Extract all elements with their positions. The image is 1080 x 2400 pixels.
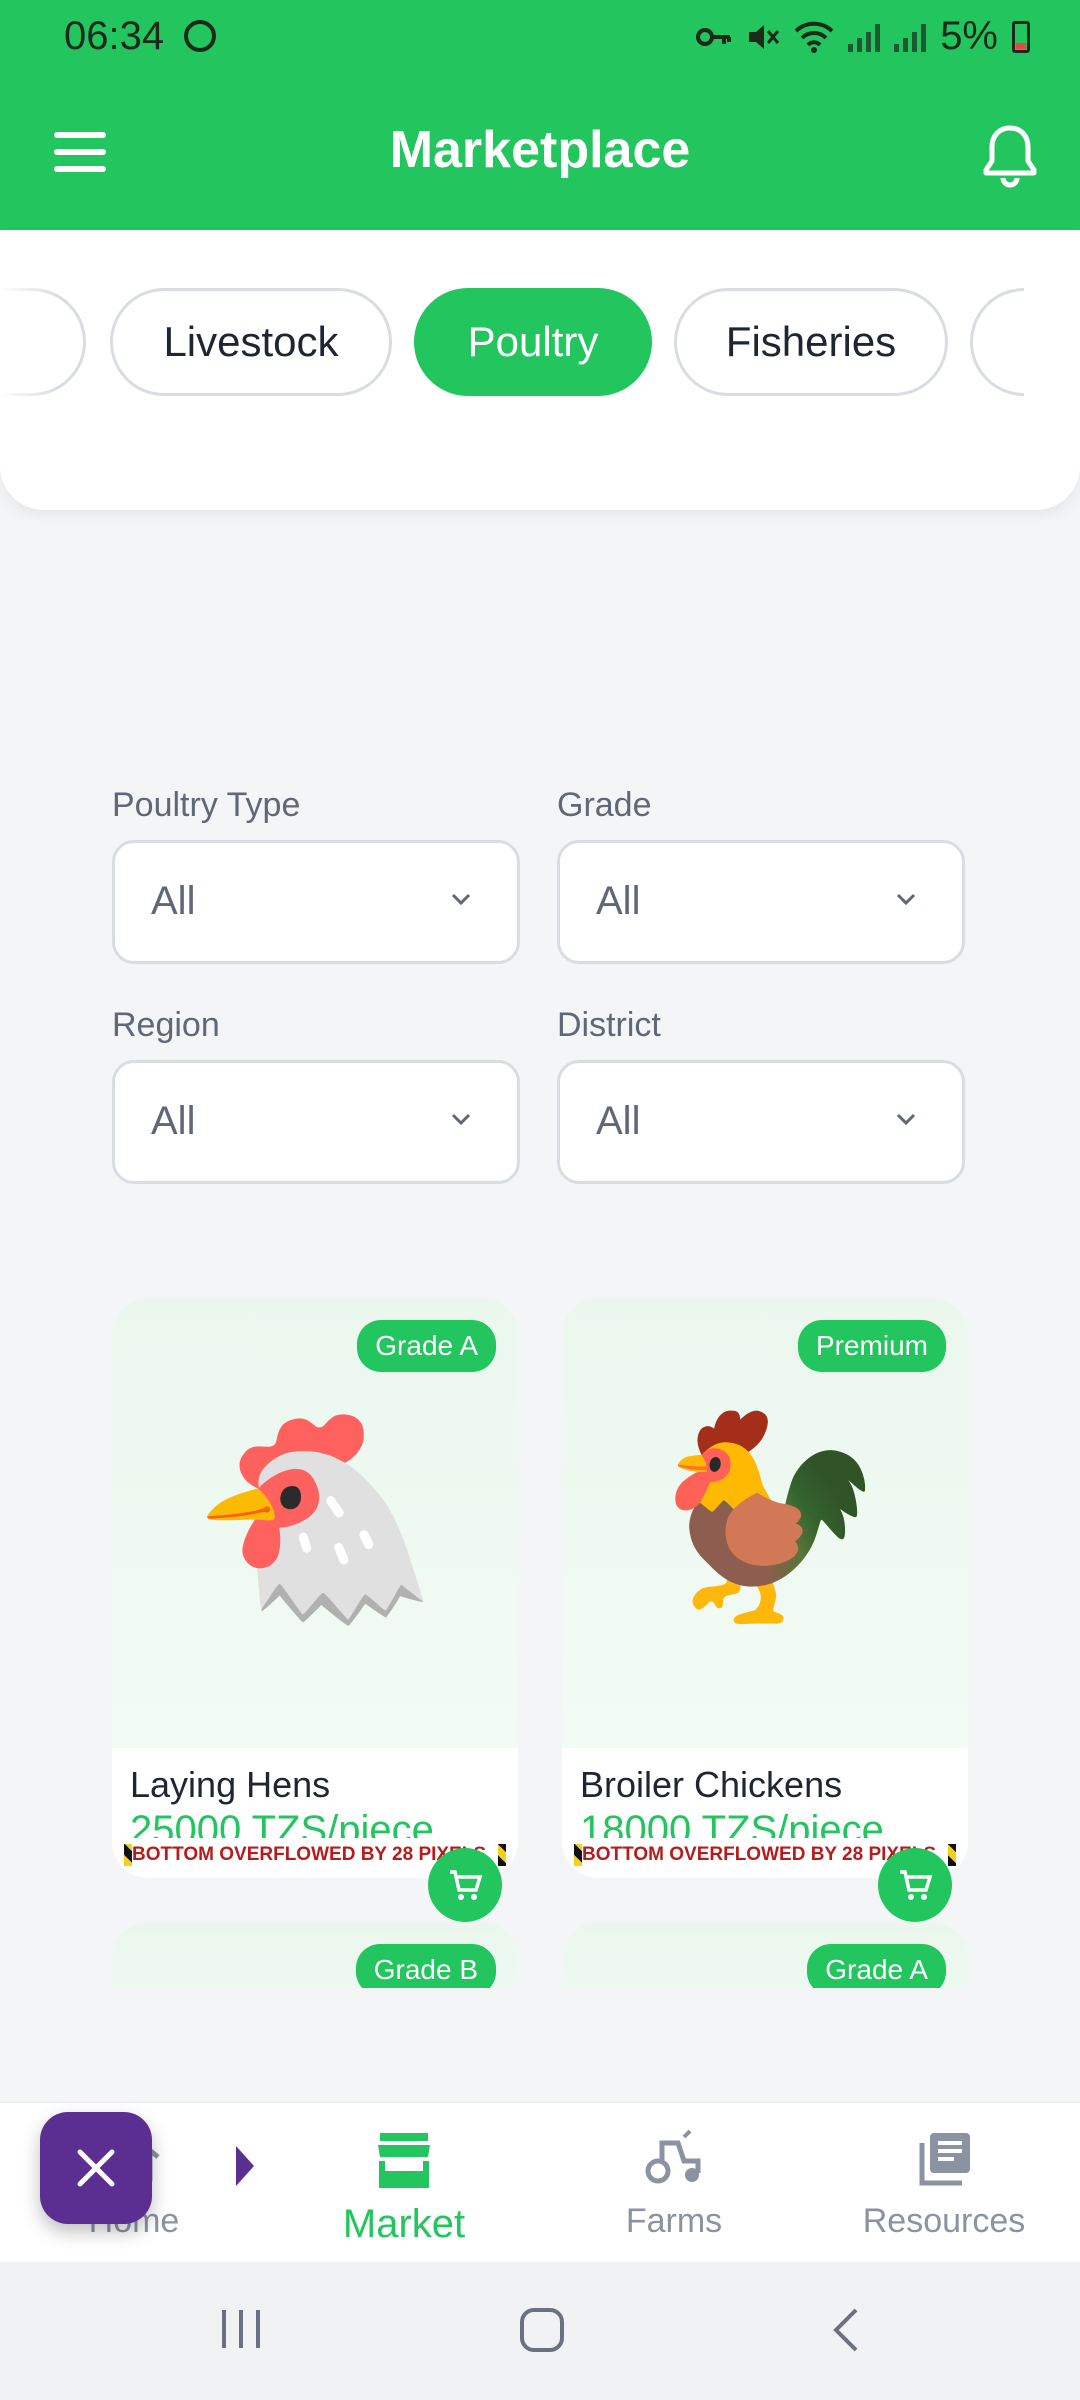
nav-label: Resources <box>862 2202 1026 2240</box>
top-app-area: 06:34 5% Marketplace <box>0 0 1080 230</box>
district-label: District <box>557 1006 661 1044</box>
fade-right <box>1024 288 1080 396</box>
nav-label: Market <box>342 2202 466 2246</box>
signal-icon-2 <box>894 22 927 52</box>
bottom-navigation: Home Market Farms Resources <box>0 2102 1080 2263</box>
product-name: Laying Hens <box>130 1764 331 1805</box>
product-price: 18000 TZS/piece <box>580 1808 884 1838</box>
chevron-down-icon <box>451 893 471 906</box>
tractor-icon <box>645 2129 701 2184</box>
wifi-icon <box>794 21 834 53</box>
rooster-icon: 🐓 <box>640 1406 890 1629</box>
add-to-cart-button[interactable] <box>428 1848 502 1922</box>
dropdown-value: All <box>596 1099 641 1143</box>
region-label: Region <box>112 1006 220 1044</box>
close-icon <box>77 2149 115 2187</box>
grade-dropdown[interactable]: All <box>557 840 965 964</box>
nav-market[interactable]: Market <box>274 2127 534 2247</box>
chevron-down-icon <box>896 1113 916 1126</box>
home-button-icon[interactable] <box>518 2306 566 2354</box>
app-notification-icon <box>184 20 216 52</box>
district-dropdown[interactable]: All <box>557 1060 965 1184</box>
grade-badge: Premium <box>797 1320 946 1372</box>
poultry-type-dropdown[interactable]: All <box>112 840 520 964</box>
cart-icon <box>900 1870 933 1900</box>
close-fab-button[interactable] <box>40 2112 152 2224</box>
recent-apps-icon[interactable] <box>218 2306 264 2352</box>
category-chip-poultry[interactable]: Poultry <box>414 288 652 396</box>
grade-badge: Grade A <box>807 1944 946 1988</box>
chevron-down-icon <box>896 893 916 906</box>
dropdown-value: All <box>596 879 641 923</box>
dropdown-value: All <box>151 1099 196 1143</box>
product-name: Broiler Chickens <box>580 1764 843 1805</box>
product-card-4[interactable]: Grade A <box>562 1922 968 1988</box>
status-icons: 5% <box>696 14 1030 59</box>
back-icon[interactable] <box>828 2306 864 2354</box>
product-card-broiler-chickens[interactable]: 🐓 Premium Broiler Chickens 18000 TZS/pie… <box>562 1298 968 1922</box>
signal-icon <box>848 22 881 52</box>
library-icon <box>919 2133 970 2186</box>
poultry-type-label: Poultry Type <box>112 786 301 824</box>
product-card-laying-hens[interactable]: 🐔 Grade A Laying Hens 25000 TZS/piece BO… <box>112 1298 518 1922</box>
battery-percent: 5% <box>940 14 998 58</box>
product-card-3[interactable]: Grade B <box>112 1922 518 1988</box>
key-icon <box>696 27 732 46</box>
add-to-cart-button[interactable] <box>878 1848 952 1922</box>
product-grid: 🐔 Grade A Laying Hens 25000 TZS/piece BO… <box>112 1298 968 1988</box>
fade-left <box>0 288 56 396</box>
battery-icon <box>1012 20 1030 53</box>
category-strip: Livestock Poultry Fisheries <box>0 230 1080 510</box>
status-time: 06:34 <box>64 14 165 58</box>
bell-icon[interactable] <box>980 122 1040 192</box>
chicken-icon: 🐔 <box>190 1406 440 1629</box>
nav-label: Farms <box>625 2202 723 2240</box>
expand-arrow-icon[interactable] <box>236 2146 254 2186</box>
category-chip-fisheries[interactable]: Fisheries <box>674 288 948 396</box>
dropdown-value: All <box>151 879 196 923</box>
chevron-down-icon <box>451 1113 471 1126</box>
status-bar: 06:34 5% <box>0 0 1080 80</box>
page-title: Marketplace <box>389 121 691 179</box>
nav-resources[interactable]: Resources <box>814 2127 1074 2241</box>
grade-label: Grade <box>557 786 652 824</box>
app-bar: Marketplace <box>0 80 1080 230</box>
region-dropdown[interactable]: All <box>112 1060 520 1184</box>
product-price: 25000 TZS/piece <box>130 1808 434 1838</box>
cart-icon <box>450 1870 483 1900</box>
category-chip-livestock[interactable]: Livestock <box>110 288 392 396</box>
grade-badge: Grade A <box>357 1320 496 1372</box>
nav-farms[interactable]: Farms <box>544 2127 804 2241</box>
mute-icon <box>749 24 780 49</box>
system-navigation-bar <box>0 2262 1080 2400</box>
store-icon <box>378 2133 430 2188</box>
grade-badge: Grade B <box>355 1944 496 1988</box>
